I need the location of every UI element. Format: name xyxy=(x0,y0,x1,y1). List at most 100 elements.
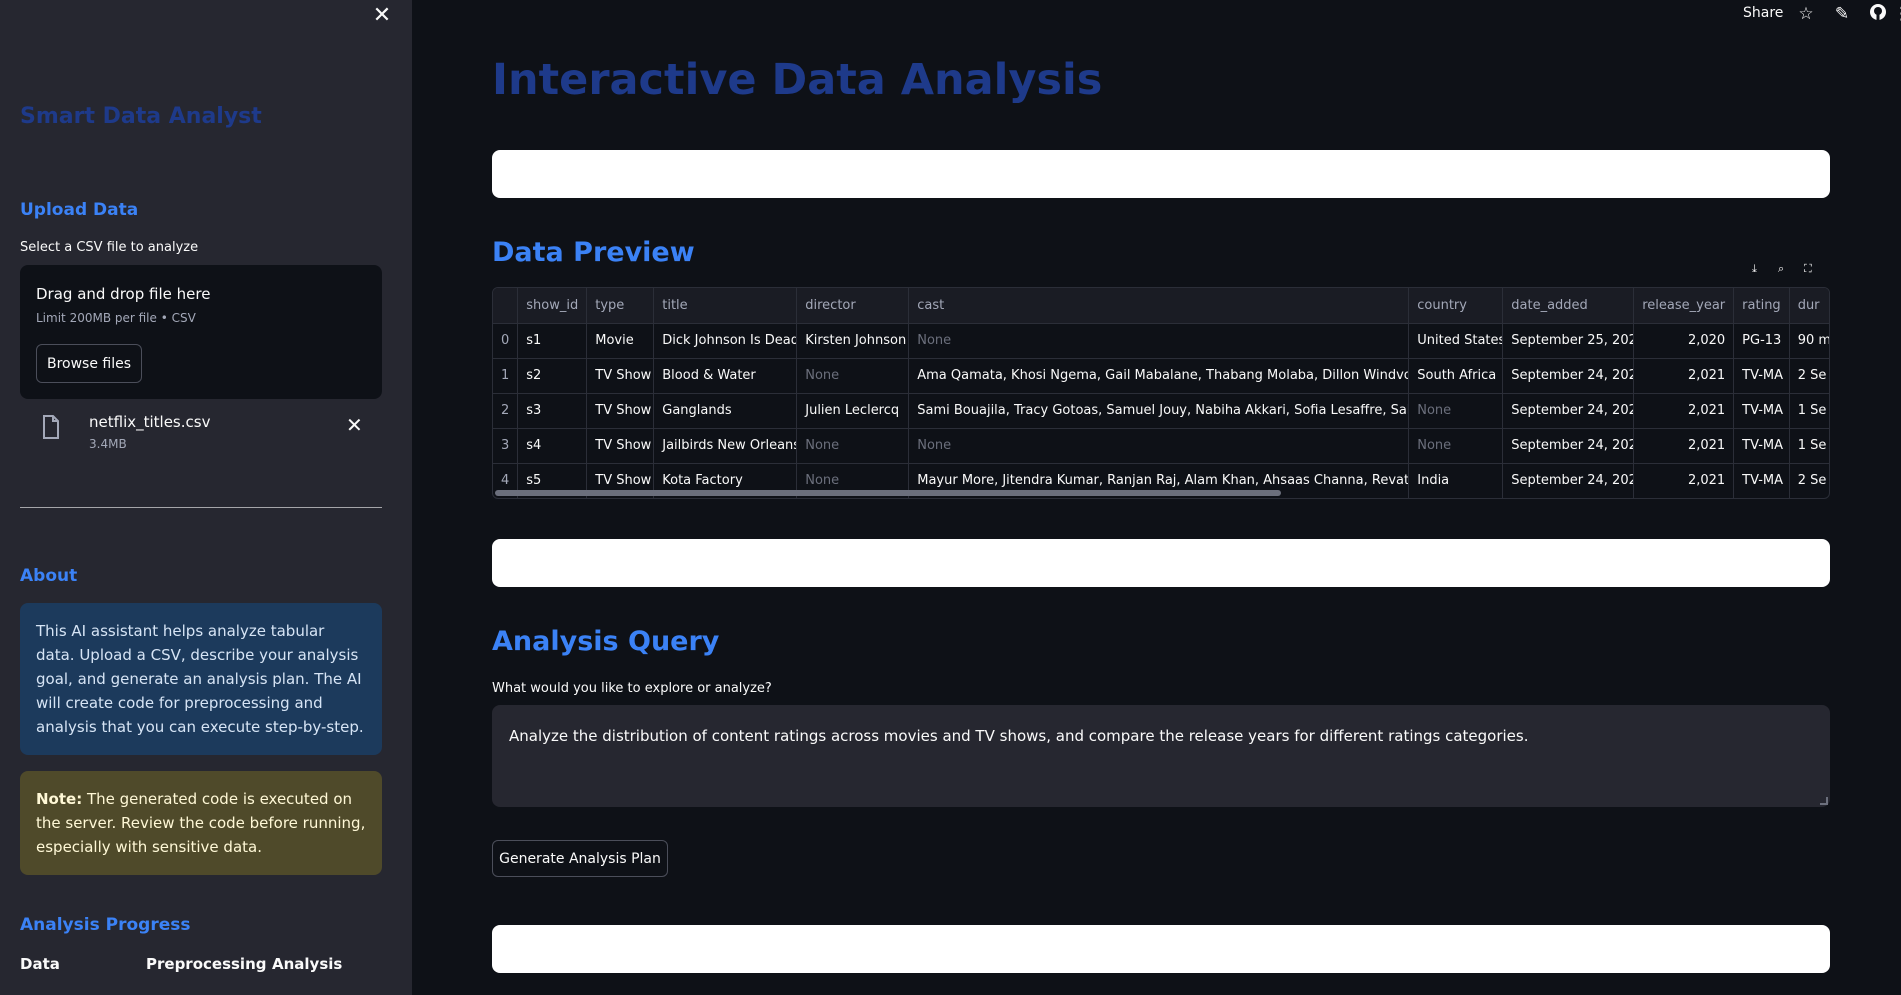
note-warning-box: Note: The generated code is executed on … xyxy=(20,771,382,875)
table-cell[interactable]: s4 xyxy=(517,428,588,464)
table-cell[interactable]: Sami Bouajila, Tracy Gotoas, Samuel Jouy… xyxy=(908,393,1410,429)
row-index[interactable]: 0 xyxy=(493,323,519,359)
table-cell[interactable]: Blood & Water xyxy=(653,358,798,394)
table-cell[interactable]: United States xyxy=(1408,323,1504,359)
column-header[interactable]: country xyxy=(1408,288,1504,324)
share-button[interactable]: Share xyxy=(1743,5,1783,21)
table-cell[interactable]: South Africa xyxy=(1408,358,1504,394)
column-header[interactable]: title xyxy=(653,288,798,324)
about-info-box: This AI assistant helps analyze tabular … xyxy=(20,603,382,755)
browse-files-button[interactable]: Browse files xyxy=(36,344,142,383)
table-cell[interactable]: Kirsten Johnson xyxy=(796,323,910,359)
table-cell[interactable]: September 25, 2021 xyxy=(1502,323,1635,359)
white-banner xyxy=(492,539,1830,587)
about-heading: About xyxy=(20,566,78,586)
table-row[interactable]: 1 s2 TV Show Blood & Water None Ama Qamata, K… xyxy=(493,358,1829,394)
table-cell[interactable]: 2,021 xyxy=(1633,358,1735,394)
table-cell[interactable]: s3 xyxy=(517,393,588,429)
column-header-index[interactable] xyxy=(493,288,519,324)
column-header[interactable]: type xyxy=(586,288,655,324)
table-cell[interactable]: TV Show xyxy=(586,358,655,394)
table-cell[interactable]: Ganglands xyxy=(653,393,798,429)
file-dropzone[interactable]: Drag and drop file here Limit 200MB per … xyxy=(20,265,382,399)
note-text: The generated code is executed on the se… xyxy=(36,790,366,856)
dropzone-title: Drag and drop file here xyxy=(36,285,211,303)
table-cell[interactable]: s2 xyxy=(517,358,588,394)
table-cell[interactable]: 2 Se xyxy=(1789,463,1829,498)
white-banner xyxy=(492,925,1830,973)
table-cell[interactable]: September 24, 2021 xyxy=(1502,358,1635,394)
file-size: 3.4MB xyxy=(89,437,127,451)
column-header[interactable]: rating xyxy=(1733,288,1790,324)
table-cell[interactable]: PG-13 xyxy=(1733,323,1790,359)
table-cell[interactable]: TV Show xyxy=(586,428,655,464)
table-cell[interactable]: None xyxy=(796,428,910,464)
resize-handle[interactable] xyxy=(1820,797,1828,805)
table-cell[interactable]: September 24, 2021 xyxy=(1502,428,1635,464)
edit-icon[interactable]: ✎ xyxy=(1831,3,1853,25)
analysis-query-heading: Analysis Query xyxy=(492,626,720,657)
table-cell[interactable]: TV Show xyxy=(586,393,655,429)
fullscreen-icon[interactable]: ⛶ xyxy=(1804,262,1812,276)
table-cell[interactable]: None xyxy=(796,358,910,394)
row-index[interactable]: 2 xyxy=(493,393,519,429)
table-cell[interactable]: Movie xyxy=(586,323,655,359)
data-preview-table[interactable]: show_id type title director cast country… xyxy=(492,287,1830,499)
download-icon[interactable]: ⤓ xyxy=(1752,262,1757,276)
table-cell[interactable]: s1 xyxy=(517,323,588,359)
table-cell[interactable]: 1 Se xyxy=(1789,393,1829,429)
table-cell[interactable]: September 24, 2021 xyxy=(1502,463,1635,498)
search-icon[interactable]: ⌕ xyxy=(1778,262,1784,276)
table-cell[interactable]: Ama Qamata, Khosi Ngema, Gail Mabalane, … xyxy=(908,358,1410,394)
table-cell[interactable]: None xyxy=(908,323,1410,359)
more-icon[interactable]: ⋮ xyxy=(1893,3,1901,25)
query-text: Analyze the distribution of content rati… xyxy=(509,727,1529,745)
horizontal-scrollbar[interactable] xyxy=(495,490,1281,496)
table-cell[interactable]: 90 m xyxy=(1789,323,1829,359)
top-toolbar: Share ☆ ✎ ⋮ xyxy=(1661,0,1901,28)
close-sidebar-icon[interactable]: ✕ xyxy=(370,4,394,28)
table-cell[interactable]: 2,021 xyxy=(1633,393,1735,429)
table-toolbar: ⤓ ⌕ ⛶ xyxy=(1752,262,1822,278)
table-cell[interactable]: Dick Johnson Is Dead xyxy=(653,323,798,359)
table-row[interactable]: 3 s4 TV Show Jailbirds New Orleans None None N… xyxy=(493,428,1829,464)
column-header[interactable]: cast xyxy=(908,288,1410,324)
column-header[interactable]: dur xyxy=(1789,288,1829,324)
table-cell[interactable]: 2,021 xyxy=(1633,463,1735,498)
table-cell[interactable]: 2 Se xyxy=(1789,358,1829,394)
column-header[interactable]: release_year xyxy=(1633,288,1735,324)
table-row[interactable]: 0 s1 Movie Dick Johnson Is Dead Kirsten John… xyxy=(493,323,1829,359)
table-cell[interactable]: September 24, 2021 xyxy=(1502,393,1635,429)
table-cell[interactable]: 2,021 xyxy=(1633,428,1735,464)
table-cell[interactable]: None xyxy=(908,428,1410,464)
table-cell[interactable]: Julien Leclercq xyxy=(796,393,910,429)
remove-file-icon[interactable]: ✕ xyxy=(346,413,363,437)
table-cell[interactable]: 1 Se xyxy=(1789,428,1829,464)
column-header[interactable]: director xyxy=(796,288,910,324)
white-banner xyxy=(492,150,1830,198)
upload-heading: Upload Data xyxy=(20,200,139,220)
row-index[interactable]: 1 xyxy=(493,358,519,394)
row-index[interactable]: 3 xyxy=(493,428,519,464)
column-header[interactable]: show_id xyxy=(517,288,588,324)
dropzone-limit: Limit 200MB per file • CSV xyxy=(36,311,196,325)
query-textarea[interactable]: Analyze the distribution of content rati… xyxy=(492,705,1830,807)
table-cell[interactable]: None xyxy=(1408,428,1504,464)
note-label: Note: xyxy=(36,790,83,808)
table-cell[interactable]: India xyxy=(1408,463,1504,498)
column-header[interactable]: date_added xyxy=(1502,288,1635,324)
table-cell[interactable]: None xyxy=(1408,393,1504,429)
table-cell[interactable]: TV-MA xyxy=(1733,463,1790,498)
github-icon[interactable] xyxy=(1867,3,1889,25)
generate-analysis-plan-button[interactable]: Generate Analysis Plan xyxy=(492,840,668,877)
table-row[interactable]: 2 s3 TV Show Ganglands Julien Leclercq Sami B… xyxy=(493,393,1829,429)
table-cell[interactable]: Jailbirds New Orleans xyxy=(653,428,798,464)
progress-step-data: Data xyxy=(20,955,60,973)
table-cell[interactable]: TV-MA xyxy=(1733,393,1790,429)
query-label: What would you like to explore or analyz… xyxy=(492,681,772,696)
table-cell[interactable]: TV-MA xyxy=(1733,428,1790,464)
star-icon[interactable]: ☆ xyxy=(1795,3,1817,25)
table-cell[interactable]: TV-MA xyxy=(1733,358,1790,394)
table-cell[interactable]: 2,020 xyxy=(1633,323,1735,359)
page-title: Interactive Data Analysis xyxy=(492,55,1103,105)
